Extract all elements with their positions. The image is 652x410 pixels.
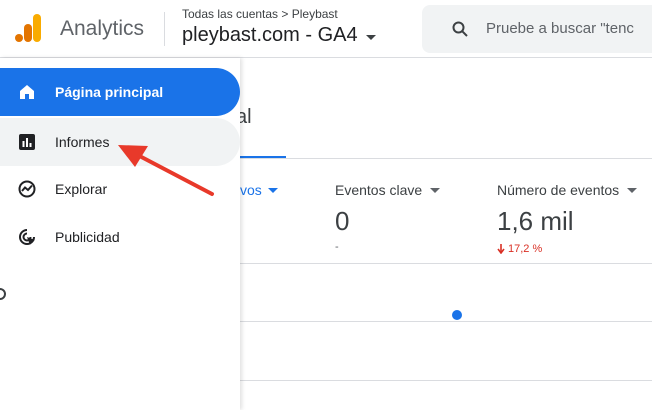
arrow-down-icon bbox=[497, 244, 505, 254]
chevron-down-icon bbox=[627, 187, 638, 193]
chevron-down-icon bbox=[365, 34, 376, 40]
analytics-logo-icon[interactable] bbox=[14, 12, 42, 44]
home-icon bbox=[20, 85, 34, 99]
sidebar-item-label: Página principal bbox=[55, 84, 164, 100]
chevron-down-icon bbox=[430, 187, 441, 193]
reports-icon bbox=[19, 134, 35, 150]
search-icon bbox=[452, 21, 468, 37]
analytics-page: Analytics Todas las cuentas > Pleybast p… bbox=[0, 0, 652, 410]
metric-label-row: Número de eventos bbox=[497, 182, 638, 198]
search-bar[interactable]: Pruebe a buscar "tenc bbox=[422, 5, 652, 53]
sidebar-item-reports[interactable]: Informes bbox=[0, 118, 240, 166]
divider bbox=[240, 263, 652, 264]
chart-point[interactable] bbox=[452, 310, 462, 320]
advertising-icon bbox=[19, 229, 35, 245]
navigation-drawer: Página principal Informes Explorar Publi… bbox=[0, 58, 240, 410]
property-name: pleybast.com - GA4 bbox=[182, 24, 358, 46]
metric-value: 1,6 mil bbox=[497, 206, 574, 236]
metric-value: 0 bbox=[335, 206, 350, 236]
divider bbox=[240, 158, 652, 159]
property-selector[interactable]: pleybast.com - GA4 bbox=[182, 24, 376, 47]
metric-users-selector[interactable]: vos bbox=[240, 182, 278, 198]
sidebar-item-label: Explorar bbox=[55, 181, 108, 197]
sidebar-item-label: Publicidad bbox=[55, 229, 120, 245]
chevron-down-icon bbox=[267, 187, 278, 193]
breadcrumb[interactable]: Todas las cuentas > Pleybast bbox=[182, 7, 338, 21]
top-header: Analytics Todas las cuentas > Pleybast p… bbox=[0, 0, 652, 58]
sidebar-item-explore[interactable]: Explorar bbox=[0, 165, 240, 213]
metric-change: - bbox=[335, 241, 339, 253]
divider bbox=[240, 321, 652, 322]
explore-icon bbox=[18, 180, 36, 198]
metric-change: 17,2 % bbox=[497, 243, 637, 255]
metric-label: vos bbox=[240, 182, 262, 198]
metric-label-row: Eventos clave bbox=[335, 182, 441, 198]
metric-event-count[interactable]: Número de eventos 1,6 mil 17,2 % bbox=[497, 182, 638, 255]
divider bbox=[240, 380, 652, 381]
settings-icon[interactable] bbox=[0, 288, 6, 300]
sidebar-item-label: Informes bbox=[55, 134, 110, 150]
metric-key-events[interactable]: Eventos clave 0 - bbox=[335, 182, 441, 253]
metric-change-value: 17,2 % bbox=[508, 243, 543, 255]
search-placeholder: Pruebe a buscar "tenc bbox=[486, 20, 634, 37]
sidebar-item-advertising[interactable]: Publicidad bbox=[0, 213, 240, 261]
app-name: Analytics bbox=[60, 17, 145, 40]
metric-label: Número de eventos bbox=[497, 182, 620, 198]
header-divider bbox=[164, 12, 165, 46]
sidebar-item-home[interactable]: Página principal bbox=[0, 68, 240, 116]
metric-label: Eventos clave bbox=[335, 182, 423, 198]
